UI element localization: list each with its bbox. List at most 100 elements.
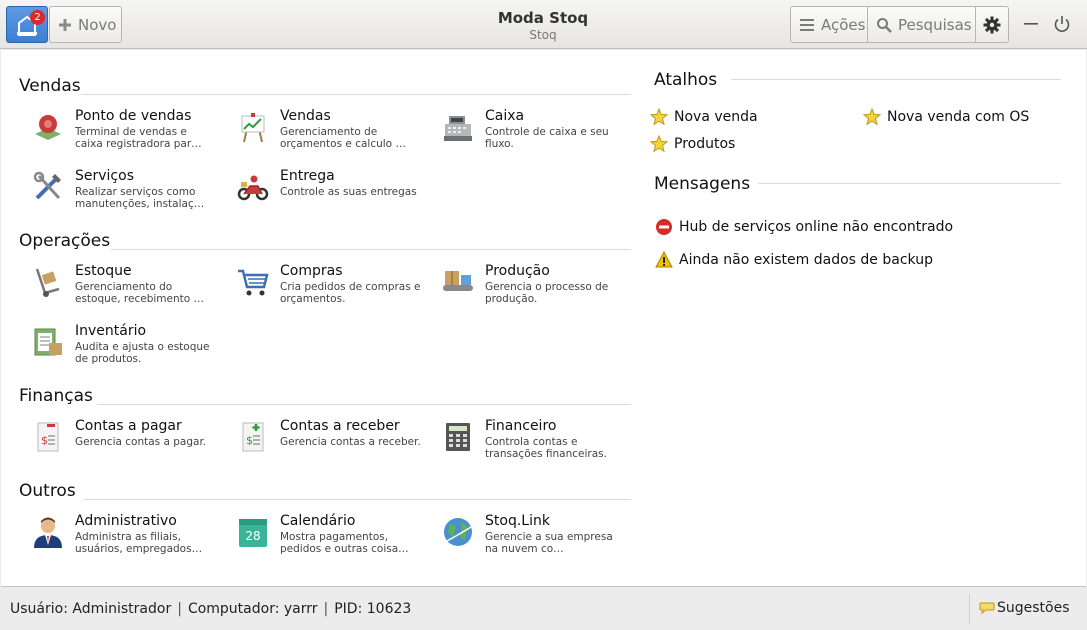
launcher-button[interactable]: 2 bbox=[6, 6, 48, 43]
app-name: Caixa bbox=[485, 108, 525, 124]
conveyor-icon bbox=[443, 271, 473, 291]
search-icon bbox=[876, 17, 892, 33]
shortcut-label: Nova venda com OS bbox=[887, 109, 1030, 125]
app-description: Administra as filiais, usuários, emprega… bbox=[75, 531, 203, 555]
app-description: Terminal de vendas e caixa registradora … bbox=[75, 126, 202, 150]
app-description: Gerenciamento de orçamentos e calculo … bbox=[280, 126, 406, 150]
message-error[interactable]: Hub de serviços online não encontrado bbox=[655, 218, 953, 236]
new-button-label: Novo bbox=[78, 15, 117, 34]
message-text: Hub de serviços online não encontrado bbox=[679, 219, 954, 235]
section-title: Operações bbox=[19, 231, 111, 251]
app-name: Financeiro bbox=[485, 418, 557, 434]
app-description: Gerencia o processo de produção. bbox=[485, 281, 609, 305]
app-estoque[interactable]: Estoque Gerenciamento do estoque, recebi… bbox=[19, 263, 219, 311]
app-compras[interactable]: Compras Cria pedidos de compras e orçame… bbox=[224, 263, 424, 311]
app-producao[interactable]: Produção Gerencia o processo de produção… bbox=[429, 263, 629, 311]
minimize-icon bbox=[1024, 23, 1038, 25]
app-name: Compras bbox=[280, 263, 343, 279]
svg-text:$: $ bbox=[246, 434, 253, 447]
app-servicos[interactable]: Serviços Realizar serviços como manutenç… bbox=[19, 168, 219, 216]
app-name: Serviços bbox=[75, 168, 134, 184]
status-bar: Usuário: Administrador | Computador: yarrr… bbox=[0, 588, 1087, 630]
error-icon bbox=[656, 219, 672, 235]
search-button[interactable]: Pesquisas bbox=[867, 6, 976, 43]
shortcut-label: Nova venda bbox=[674, 109, 758, 125]
speech-bubble-icon bbox=[979, 602, 995, 615]
main-content: Vendas Ponto de vendas Terminal de venda… bbox=[1, 50, 1086, 587]
tools-icon bbox=[33, 171, 61, 200]
app-entrega[interactable]: Entrega Controle as suas entregas bbox=[224, 168, 424, 216]
minimize-button[interactable] bbox=[1018, 10, 1044, 38]
app-description: Gerencia contas a pagar. bbox=[75, 436, 207, 448]
app-name: Produção bbox=[485, 263, 550, 279]
shortcut-nova-venda[interactable]: Nova venda bbox=[650, 108, 758, 126]
app-calendario[interactable]: 28 Calendário Mostra pagamentos, pedidos… bbox=[224, 513, 424, 561]
status-separator: | bbox=[323, 601, 329, 617]
shortcut-label: Produtos bbox=[674, 136, 736, 152]
globe-icon bbox=[444, 518, 472, 546]
quit-button[interactable] bbox=[1049, 10, 1075, 38]
admin-user-icon bbox=[34, 517, 62, 548]
section-financas: Finanças $ Contas a pagar Gerencia conta… bbox=[19, 386, 631, 476]
app-name: Inventário bbox=[75, 323, 147, 339]
app-subtitle: Stoq bbox=[529, 28, 557, 42]
shopping-cart-icon bbox=[238, 269, 269, 296]
app-description: Gerenciamento do estoque, recebimento … bbox=[75, 281, 205, 305]
suggestions-button[interactable]: Sugestões bbox=[979, 600, 1070, 616]
app-name: Vendas bbox=[280, 108, 331, 124]
app-contas-a-pagar[interactable]: $ Contas a pagar Gerencia contas a pagar… bbox=[19, 418, 219, 466]
app-financeiro[interactable]: Financeiro Controla contas e transações … bbox=[429, 418, 629, 466]
section-title: Outros bbox=[19, 481, 76, 501]
sales-chart-icon bbox=[241, 113, 265, 143]
app-description: Mostra pagamentos, pedidos e outras cois… bbox=[280, 531, 409, 555]
section-outros: Outros Administrativo Administra as fili… bbox=[19, 481, 631, 571]
app-contas-a-receber[interactable]: $ Contas a receber Gerencia contas a rec… bbox=[224, 418, 424, 466]
app-name: Contas a pagar bbox=[75, 418, 182, 434]
section-vendas: Vendas Ponto de vendas Terminal de venda… bbox=[19, 76, 631, 216]
motorcycle-icon bbox=[237, 175, 269, 201]
app-caixa[interactable]: Caixa Controle de caixa e seu fluxo. bbox=[429, 108, 629, 156]
window-title: Moda Stoq Stoq bbox=[443, 9, 643, 42]
app-description: Cria pedidos de compras e orçamentos. bbox=[280, 281, 421, 305]
actions-button[interactable]: Ações bbox=[790, 6, 868, 43]
bill-pay-icon: $ bbox=[37, 422, 59, 452]
app-vendas[interactable]: Vendas Gerenciamento de orçamentos e cal… bbox=[224, 108, 424, 156]
app-description: Audita e ajusta o estoque de produtos. bbox=[75, 341, 210, 365]
search-button-label: Pesquisas bbox=[898, 15, 972, 34]
status-separator: | bbox=[177, 601, 182, 617]
gear-icon bbox=[983, 16, 1001, 33]
app-ponto-de-vendas[interactable]: Ponto de vendas Terminal de vendas e cai… bbox=[19, 108, 219, 156]
shortcut-nova-venda-com-os[interactable]: Nova venda com OS bbox=[863, 108, 1029, 126]
svg-text:$: $ bbox=[41, 434, 48, 447]
bill-receive-icon: $ bbox=[242, 422, 264, 452]
shortcuts-title: Atalhos bbox=[654, 70, 718, 90]
app-stoq-link[interactable]: Stoq.Link Gerencie a sua empresa na nuve… bbox=[429, 513, 629, 561]
app-name: Estoque bbox=[75, 263, 132, 279]
suggestions-label: Sugestões bbox=[997, 600, 1070, 616]
section-operacoes: Operações Estoque Gerenciamento do estoq… bbox=[19, 231, 631, 371]
power-icon bbox=[1054, 16, 1070, 32]
app-description: Gerencie a sua empresa na nuvem co… bbox=[485, 531, 613, 555]
app-description: Controla contas e transações financeiras… bbox=[485, 436, 607, 460]
app-name: Calendário bbox=[280, 513, 356, 529]
status-computer: Computador: yarrr bbox=[187, 601, 318, 617]
shortcuts-divider bbox=[731, 79, 1061, 80]
messages-divider bbox=[758, 183, 1061, 184]
app-description: Controle as suas entregas bbox=[280, 186, 417, 198]
new-button[interactable]: Novo bbox=[49, 6, 122, 43]
section-divider bbox=[81, 94, 631, 95]
menu-icon bbox=[799, 18, 815, 32]
status-info: Usuário: Administrador | Computador: yarrr… bbox=[10, 601, 411, 617]
app-inventario[interactable]: Inventário Audita e ajusta o estoque de … bbox=[19, 323, 219, 371]
shortcut-produtos[interactable]: Produtos bbox=[650, 135, 735, 153]
section-title: Finanças bbox=[19, 386, 93, 406]
message-warning[interactable]: Ainda não existem dados de backup bbox=[655, 251, 933, 269]
star-icon bbox=[863, 108, 881, 126]
app-description: Gerencia contas a receber. bbox=[280, 436, 421, 448]
message-text: Ainda não existem dados de backup bbox=[679, 252, 933, 268]
app-administrativo[interactable]: Administrativo Administra as filiais, us… bbox=[19, 513, 219, 561]
settings-button[interactable] bbox=[975, 6, 1009, 43]
cash-register-icon bbox=[444, 116, 472, 141]
status-divider bbox=[969, 594, 970, 624]
notification-badge: 2 bbox=[30, 10, 45, 25]
